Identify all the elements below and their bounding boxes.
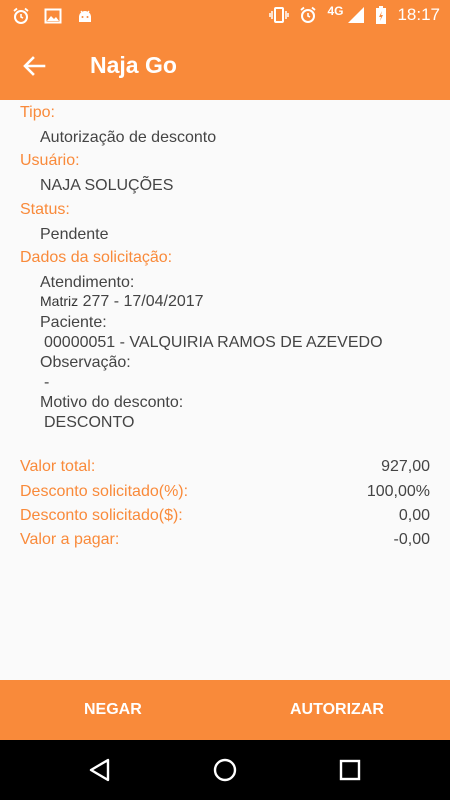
desconto-amount-value: 0,00 xyxy=(398,507,430,524)
authorize-button[interactable]: AUTORIZAR xyxy=(290,680,384,740)
deny-button[interactable]: NEGAR xyxy=(84,680,142,740)
nav-home-icon[interactable] xyxy=(209,754,241,786)
paciente-label: Paciente: xyxy=(40,314,107,331)
page-title: Naja Go xyxy=(90,52,177,78)
alarm-icon xyxy=(300,6,317,23)
network-type: 4G xyxy=(327,4,344,18)
app-bar: Naja Go xyxy=(0,32,450,100)
observacao-label: Observação: xyxy=(40,354,131,371)
status-bar-notifications xyxy=(12,7,94,25)
motivo-label: Motivo do desconto: xyxy=(40,394,184,411)
observacao-value: - xyxy=(44,374,50,391)
clock: 18:17 xyxy=(397,5,440,24)
status-value: Pendente xyxy=(40,226,109,243)
nav-back-icon[interactable] xyxy=(84,754,116,786)
dados-label: Dados da solicitação: xyxy=(20,249,173,266)
system-nav-bar xyxy=(0,740,450,800)
android-icon xyxy=(79,10,91,22)
status-bar: 4G 18:17 xyxy=(0,0,450,32)
image-icon xyxy=(44,8,62,24)
tipo-label: Tipo: xyxy=(20,104,55,121)
signal-icon xyxy=(348,7,365,23)
arrow-left-icon[interactable] xyxy=(20,52,48,80)
action-bar: NEGAR AUTORIZAR xyxy=(0,680,450,740)
usuario-label: Usuário: xyxy=(20,152,80,169)
valor-total-label: Valor total: xyxy=(20,458,96,475)
alarm-icon xyxy=(13,7,29,24)
tipo-value: Autorização de desconto xyxy=(40,129,217,146)
valor-pagar-label: Valor a pagar: xyxy=(20,531,120,548)
desconto-percent-value: 100,00% xyxy=(366,483,430,500)
vibrate-icon xyxy=(269,7,290,23)
status-label: Status: xyxy=(20,201,70,218)
battery-charging-icon xyxy=(376,6,387,24)
desconto-percent-label: Desconto solicitado(%): xyxy=(20,483,189,500)
request-details: Tipo: Autorização de desconto Usuário: N… xyxy=(0,100,450,680)
paciente-value: 00000051 - VALQUIRIA RAMOS DE AZEVEDO xyxy=(44,334,383,351)
usuario-value: NAJA SOLUÇÕES xyxy=(40,177,174,194)
atendimento-prefix: Matriz xyxy=(40,293,79,309)
nav-recents-icon[interactable] xyxy=(334,754,366,786)
valor-pagar-value: -0,00 xyxy=(393,531,430,548)
atendimento-row: Matriz 277 - 17/04/2017 xyxy=(40,293,204,311)
valor-total-value: 927,00 xyxy=(381,458,430,475)
desconto-amount-label: Desconto solicitado($): xyxy=(20,507,183,524)
status-bar-system: 4G 18:17 xyxy=(269,4,440,25)
motivo-value: DESCONTO xyxy=(44,414,135,431)
atendimento-value: 277 - 17/04/2017 xyxy=(82,293,204,310)
atendimento-label: Atendimento: xyxy=(40,274,135,291)
